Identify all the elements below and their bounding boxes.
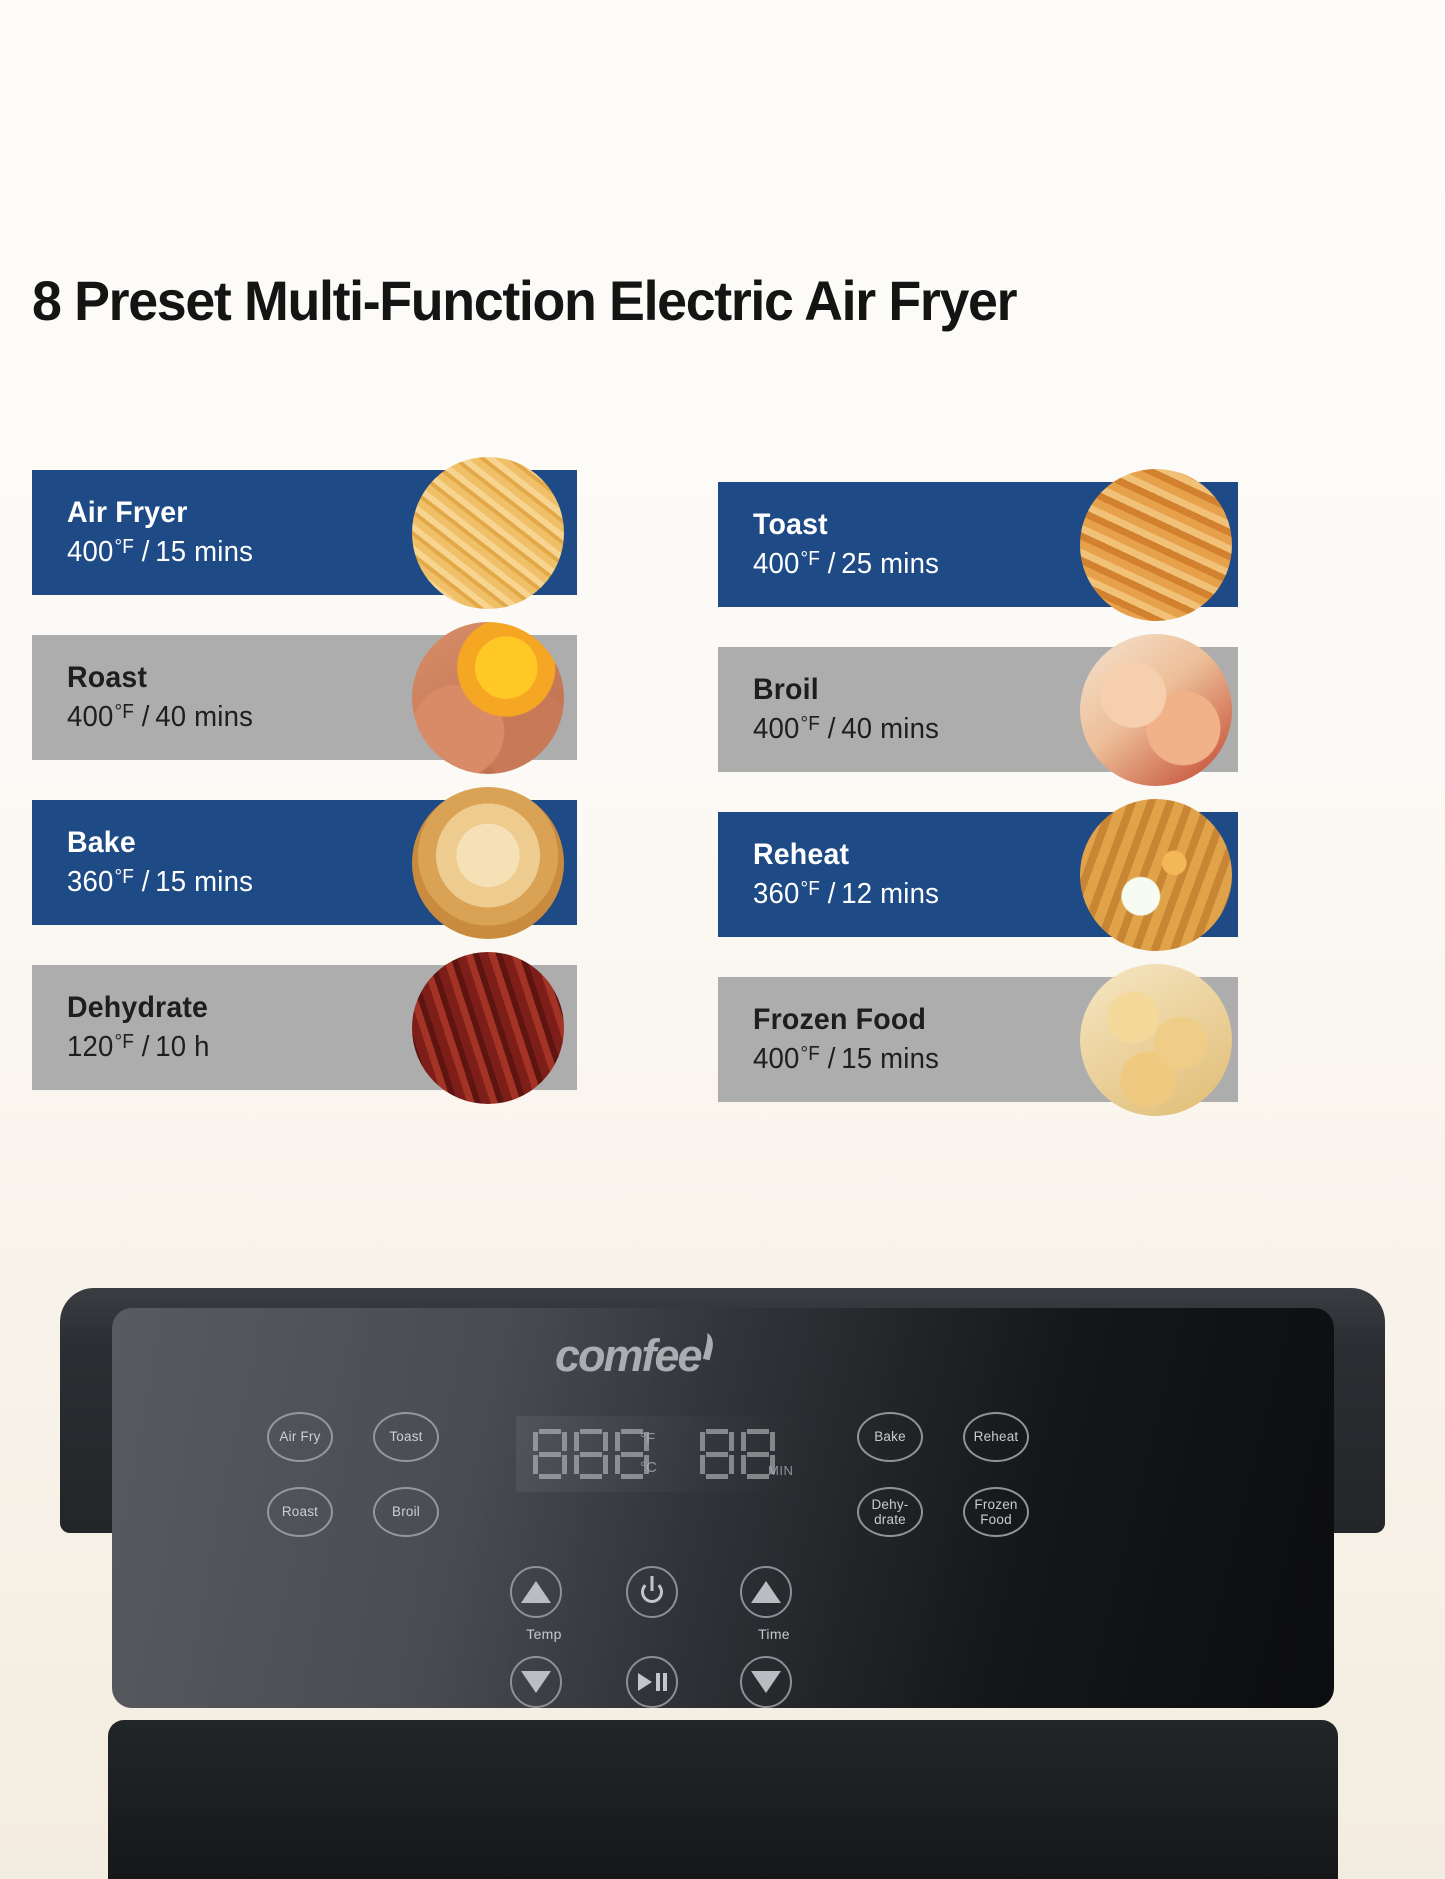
preset-temp: 400 [67,700,114,733]
preset-temp: 400 [753,547,800,580]
preset-separator: / [141,535,150,568]
touch-button-dehydrate[interactable]: Dehy-drate [857,1487,923,1537]
touch-button-label: Broil [391,1504,420,1520]
touch-button-label: Dehy-drate [871,1497,908,1527]
preset-column-left: Air Fryer 400°F/15 mins Roast 400°F/40 m… [32,457,692,1104]
temp-increase-button[interactable] [510,1566,562,1618]
seven-segment-digit [574,1429,608,1479]
touch-button-label: Air Fry [279,1429,321,1445]
touch-button-label: Frozen Food [974,1497,1017,1527]
unit-fahrenheit-label: °F [640,1430,656,1447]
preset-separator: / [827,877,836,910]
brand-logo: comfee [555,1330,716,1382]
preset-degree-unit: °F [114,1030,135,1053]
food-image-fried-shrimp [1080,634,1232,786]
preset-separator: / [141,1030,150,1063]
food-image-bundt-cake [412,787,564,939]
touch-button-air-fry[interactable]: Air Fry [267,1412,333,1462]
appliance-body [108,1720,1338,1879]
triangle-up-icon [521,1581,551,1603]
preset-degree-unit: °F [800,712,821,735]
triangle-down-icon [751,1671,781,1693]
food-image-fried-chicken [1080,469,1232,621]
preset-temp: 400 [67,535,114,568]
touch-button-label-line2: drate [874,1512,906,1527]
temp-label: Temp [526,1626,562,1642]
preset-time: 15 mins [841,1042,940,1075]
power-icon [641,1581,663,1603]
touch-button-reheat[interactable]: Reheat [963,1412,1029,1462]
preset-separator: / [827,547,836,580]
food-image-sweet-potato [412,622,564,774]
preset-temp: 400 [753,1042,800,1075]
touch-button-label-line1: Frozen [974,1496,1018,1512]
preset-degree-unit: °F [800,547,821,570]
touch-button-label: Toast [389,1429,423,1445]
preset-temp: 360 [753,877,800,910]
preset-time: 10 h [155,1030,210,1063]
preset-separator: / [827,712,836,745]
food-image-onion-rings [1080,799,1232,951]
touch-button-roast[interactable]: Roast [267,1487,333,1537]
preset-time: 15 mins [155,535,254,568]
display-time-digits [700,1429,775,1479]
display-temperature-units: °F °C [640,1430,657,1476]
product-infographic: 8 Preset Multi-Function Electric Air Fry… [0,0,1445,1879]
time-decrease-button[interactable] [740,1656,792,1708]
preset-time: 25 mins [841,547,940,580]
food-image-french-fries [412,457,564,609]
preset-degree-unit: °F [114,700,135,723]
temp-decrease-button[interactable] [510,1656,562,1708]
preset-time: 15 mins [155,865,254,898]
preset-degree-unit: °F [114,865,135,888]
triangle-up-icon [751,1581,781,1603]
touch-button-label: Reheat [973,1429,1019,1445]
touch-button-label: Bake [874,1429,906,1445]
display-temperature-digits [533,1429,649,1479]
page-title: 8 Preset Multi-Function Electric Air Fry… [32,269,1018,332]
unit-minutes-label: MIN [768,1463,794,1478]
preset-column-right: Toast 400°F/25 mins Broil 400°F/40 mins … [718,469,1378,1116]
preset-time: 40 mins [155,700,254,733]
touch-button-label-line1: Dehy- [871,1496,909,1512]
preset-separator: / [141,865,150,898]
led-display: °F °C MIN [516,1416,802,1492]
preset-grid: Air Fryer 400°F/15 mins Roast 400°F/40 m… [0,457,1445,1116]
seven-segment-digit [533,1429,567,1479]
preset-time: 40 mins [841,712,940,745]
touch-button-label: Roast [281,1504,319,1520]
play-pause-icon [637,1673,667,1691]
preset-separator: / [827,1042,836,1075]
unit-celsius-label: °C [640,1459,657,1476]
preset-temp: 120 [67,1030,114,1063]
touch-button-broil[interactable]: Broil [373,1487,439,1537]
food-image-chicken-nuggets [1080,964,1232,1116]
seven-segment-digit [700,1429,734,1479]
food-image-beef-jerky [412,952,564,1104]
preset-time: 12 mins [841,877,940,910]
start-pause-button[interactable] [626,1656,678,1708]
touch-button-toast[interactable]: Toast [373,1412,439,1462]
touch-button-frozen-food[interactable]: Frozen Food [963,1487,1029,1537]
power-button[interactable] [626,1566,678,1618]
air-fryer-appliance: comfee Air Fry Toast Roast Broil Bake Re… [60,1288,1385,1879]
triangle-down-icon [521,1671,551,1693]
touch-button-label-line2: Food [980,1512,1012,1527]
preset-separator: / [141,700,150,733]
brand-logo-text: comfee [555,1330,703,1381]
preset-degree-unit: °F [114,535,135,558]
preset-temp: 400 [753,712,800,745]
preset-degree-unit: °F [800,877,821,900]
preset-temp: 360 [67,865,114,898]
touch-button-bake[interactable]: Bake [857,1412,923,1462]
time-increase-button[interactable] [740,1566,792,1618]
control-panel: comfee Air Fry Toast Roast Broil Bake Re… [112,1308,1334,1708]
time-label: Time [758,1626,790,1642]
preset-degree-unit: °F [800,1042,821,1065]
